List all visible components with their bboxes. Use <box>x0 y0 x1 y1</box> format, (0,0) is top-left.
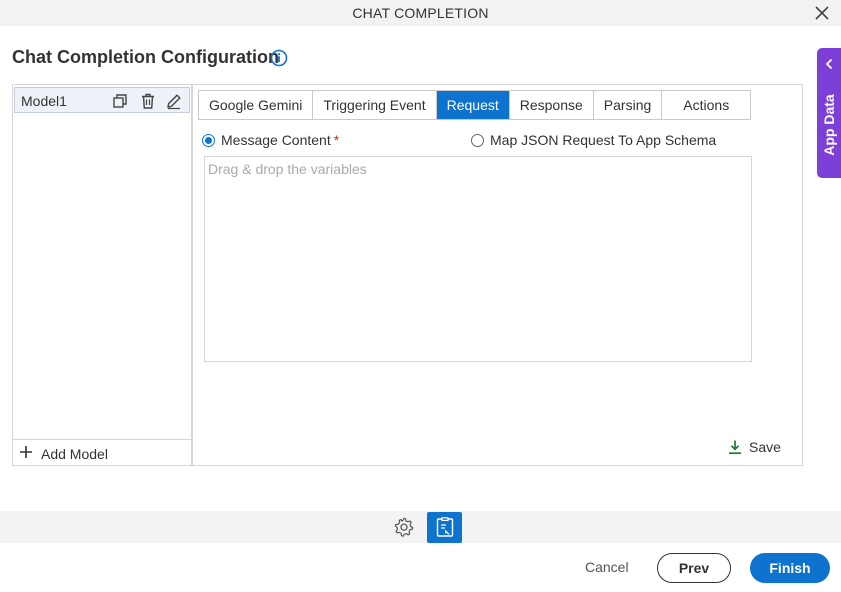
title-bar: CHAT COMPLETION <box>0 0 841 26</box>
prev-button[interactable]: Prev <box>657 553 731 583</box>
model-list-item[interactable]: Model1 <box>14 87 190 113</box>
radio-map-json-request[interactable]: Map JSON Request To App Schema <box>471 132 716 148</box>
plus-icon <box>20 446 32 458</box>
close-icon[interactable] <box>813 4 831 22</box>
radio-message-content[interactable]: Message Content * <box>202 132 339 148</box>
copy-icon[interactable] <box>111 92 129 110</box>
save-button[interactable]: Save <box>727 439 781 455</box>
document-icon <box>436 517 454 537</box>
tab-parsing[interactable]: Parsing <box>593 91 663 119</box>
page-title: Chat Completion Configuration <box>12 47 279 67</box>
model-list-panel: Model1 Add Model <box>12 84 192 466</box>
document-view-button[interactable] <box>427 512 462 543</box>
variables-dropzone[interactable] <box>204 156 752 362</box>
add-model-button[interactable]: Add Model <box>13 439 191 465</box>
cancel-button[interactable]: Cancel <box>585 559 629 575</box>
radio-button-unchecked[interactable] <box>471 133 484 147</box>
tab-response[interactable]: Response <box>509 91 594 119</box>
radio-button-checked[interactable] <box>202 133 215 147</box>
info-icon[interactable] <box>270 49 288 67</box>
chevron-left-icon <box>825 58 833 70</box>
app-data-label: App Data <box>821 94 837 156</box>
tab-request[interactable]: Request <box>436 91 510 119</box>
add-model-label: Add Model <box>41 446 108 462</box>
required-marker: * <box>333 132 340 148</box>
footer-toolbar <box>0 511 841 543</box>
tab-bar: Google Gemini Triggering Event Request R… <box>198 90 752 120</box>
tab-actions[interactable]: Actions <box>662 91 751 119</box>
configuration-panel: Google Gemini Triggering Event Request R… <box>192 84 803 466</box>
radio-message-content-label: Message Content <box>221 132 331 148</box>
download-icon <box>729 440 741 455</box>
save-label: Save <box>749 439 781 455</box>
app-data-side-tab[interactable]: App Data <box>817 48 841 178</box>
window-title: CHAT COMPLETION <box>352 5 489 21</box>
radio-map-json-label: Map JSON Request To App Schema <box>490 132 717 148</box>
pencil-icon[interactable] <box>165 92 183 110</box>
trash-icon[interactable] <box>139 92 157 110</box>
gear-icon[interactable] <box>393 516 415 538</box>
finish-button[interactable]: Finish <box>750 553 830 583</box>
tab-triggering-event[interactable]: Triggering Event <box>313 91 437 119</box>
model-name: Model1 <box>21 93 67 109</box>
tab-google-gemini[interactable]: Google Gemini <box>199 91 314 119</box>
